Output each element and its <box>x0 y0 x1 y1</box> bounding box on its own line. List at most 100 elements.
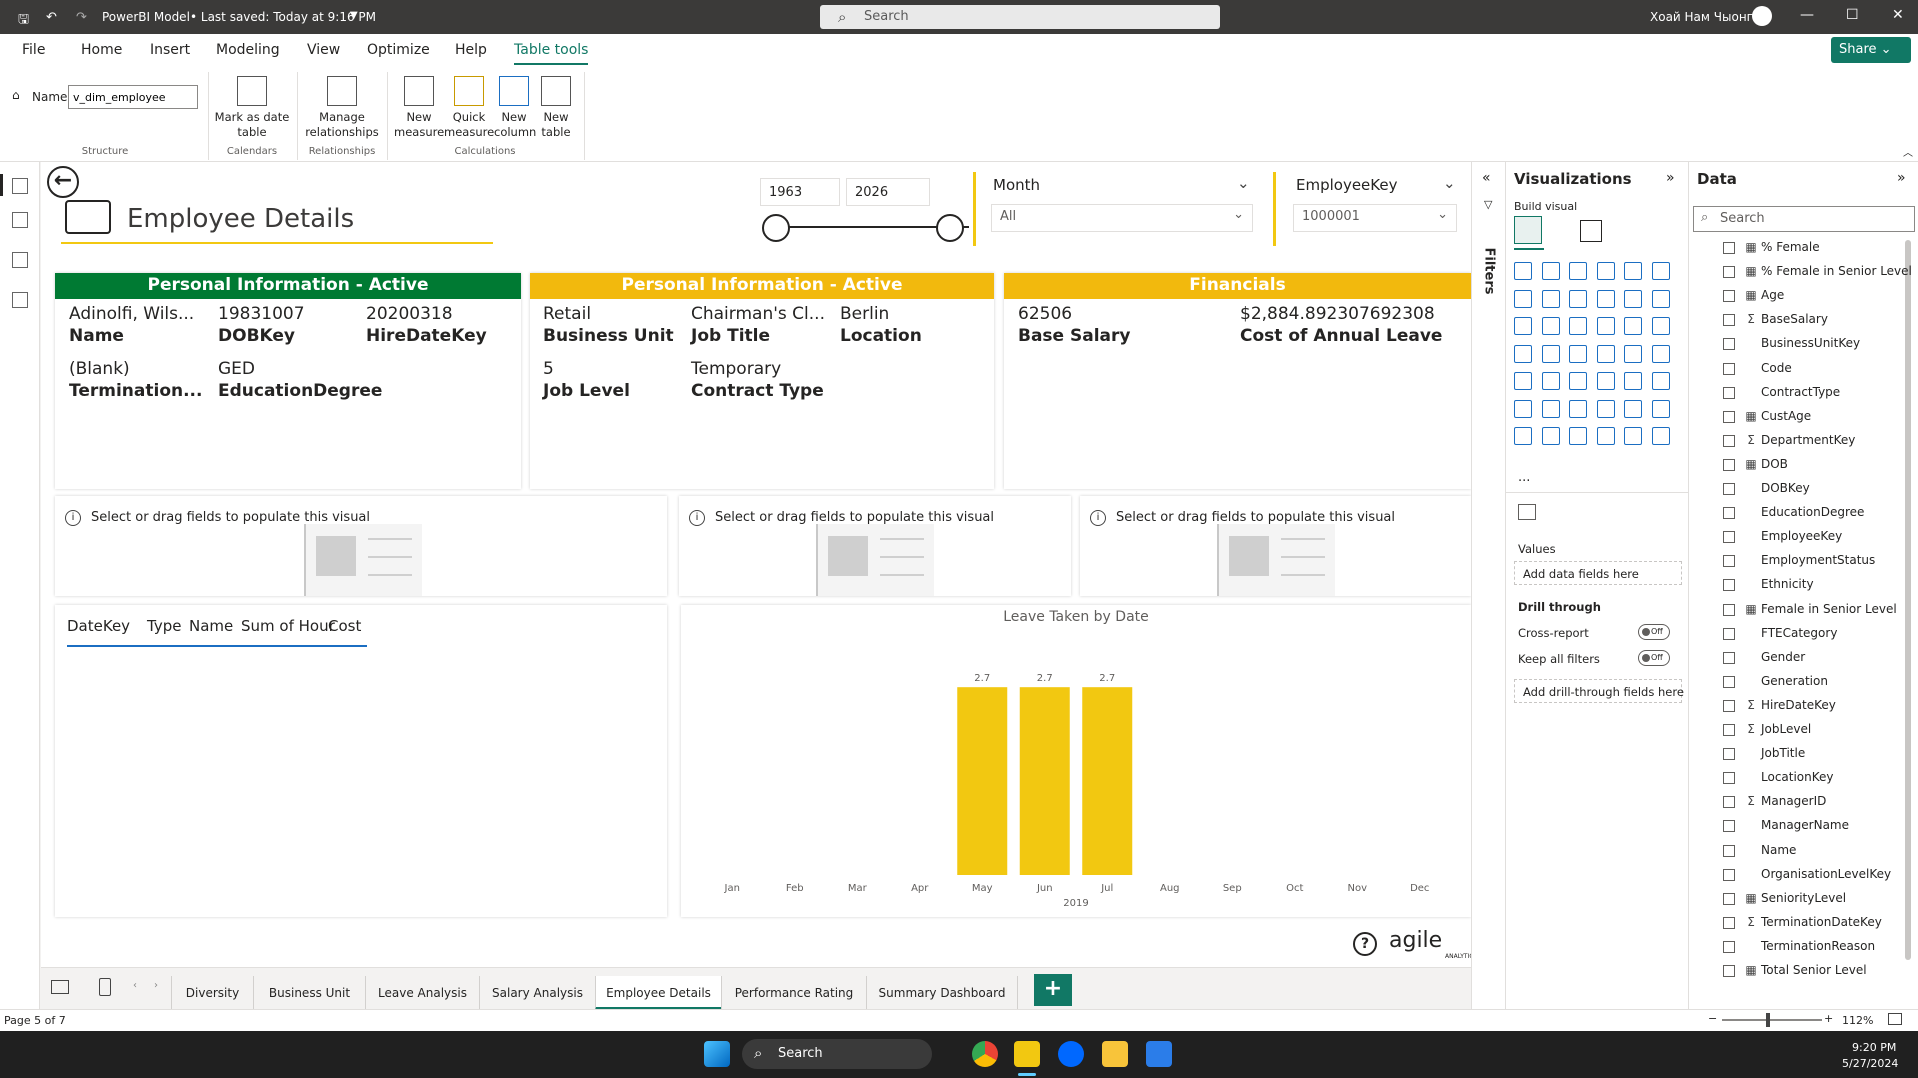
decomp-tree-visual-icon[interactable] <box>1541 399 1560 418</box>
col-type[interactable]: Type <box>147 617 181 635</box>
report-view-icon[interactable] <box>12 178 28 194</box>
new-measure-button[interactable]: New measure <box>394 76 444 140</box>
bar-may[interactable] <box>957 687 1008 875</box>
custom-2-visual-icon[interactable] <box>1596 427 1615 445</box>
field-checkbox[interactable] <box>1723 916 1735 929</box>
maximize-icon[interactable]: ☐ <box>1846 7 1859 23</box>
personal-info-card-2[interactable]: Personal Information - Active Retail Bus… <box>530 273 994 489</box>
data-search-input[interactable]: ⌕ Search <box>1693 206 1915 232</box>
slicer-visual-icon[interactable] <box>1541 372 1560 390</box>
stacked-column-visual-icon[interactable] <box>1541 262 1560 280</box>
field-checkbox[interactable] <box>1723 627 1735 640</box>
field-checkbox[interactable] <box>1723 338 1735 351</box>
field-checkbox[interactable] <box>1723 844 1735 857</box>
stacked-area-visual-icon[interactable] <box>1569 289 1587 308</box>
slider-handle-end[interactable] <box>936 214 964 242</box>
custom-3-visual-icon[interactable] <box>1624 427 1642 445</box>
file-explorer-icon[interactable] <box>1102 1041 1128 1067</box>
field-checkbox[interactable] <box>1723 965 1735 977</box>
menu-modeling[interactable]: Modeling <box>216 42 280 58</box>
map-visual-icon[interactable] <box>1651 317 1670 335</box>
field-checkbox[interactable] <box>1723 603 1735 616</box>
field-checkbox[interactable] <box>1723 266 1735 279</box>
menu-view[interactable]: View <box>307 42 340 58</box>
fit-to-page-icon[interactable] <box>1888 1013 1902 1025</box>
zalo-icon[interactable] <box>1058 1041 1084 1067</box>
menu-table-tools[interactable]: Table tools <box>514 42 589 65</box>
narrative-visual-icon[interactable] <box>1596 399 1615 418</box>
undo-icon[interactable]: ↶ <box>46 10 57 25</box>
menu-home[interactable]: Home <box>81 42 122 58</box>
field-checkbox[interactable] <box>1723 940 1735 953</box>
empty-visual-3[interactable]: i Select or drag fields to populate this… <box>1080 496 1471 596</box>
avatar[interactable] <box>1752 6 1772 26</box>
bar-jun[interactable] <box>1019 687 1070 875</box>
line-visual-icon[interactable] <box>1514 289 1532 308</box>
col-datekey[interactable]: DateKey <box>67 617 130 635</box>
powerbi-icon[interactable] <box>1014 1041 1040 1067</box>
pie-visual-icon[interactable] <box>1569 317 1587 335</box>
tab-performance-rating[interactable]: Performance Rating <box>721 976 866 1010</box>
menu-file[interactable]: File <box>22 42 45 58</box>
leave-table[interactable]: DateKey Type Name Sum of Hour Cost <box>55 605 667 917</box>
tab-employee-details[interactable]: Employee Details <box>595 976 721 1010</box>
multi-row-card-visual-icon[interactable] <box>1514 372 1532 390</box>
collapse-ribbon-icon[interactable]: ︿ <box>1903 144 1913 159</box>
save-icon[interactable]: 🖫 <box>18 10 29 32</box>
col-name[interactable]: Name <box>189 617 233 635</box>
taskbar-search[interactable]: ⌕ Search <box>742 1039 932 1069</box>
field-checkbox[interactable] <box>1723 772 1735 785</box>
field-checkbox[interactable] <box>1723 242 1735 254</box>
minimize-icon[interactable]: — <box>1800 7 1814 23</box>
field-checkbox[interactable] <box>1723 675 1735 688</box>
field-checkbox[interactable] <box>1723 651 1735 664</box>
donut-visual-icon[interactable] <box>1596 317 1615 335</box>
field-checkbox[interactable] <box>1723 290 1735 303</box>
field-checkbox[interactable] <box>1723 796 1735 809</box>
empty-visual-2[interactable]: i Select or drag fields to populate this… <box>679 496 1071 596</box>
slider-handle-start[interactable] <box>762 214 790 242</box>
kpi-visual-icon[interactable] <box>1596 344 1615 363</box>
col-cost[interactable]: Cost <box>328 617 361 635</box>
python-visual-icon[interactable] <box>1651 372 1670 390</box>
field-checkbox[interactable] <box>1723 386 1735 399</box>
filters-label[interactable]: Filters <box>1482 248 1497 295</box>
field-checkbox[interactable] <box>1723 748 1735 761</box>
quick-measure-button[interactable]: Quick measure <box>444 76 494 140</box>
custom-4-visual-icon[interactable] <box>1651 427 1670 445</box>
power-automate-visual-icon[interactable] <box>1541 427 1560 445</box>
bar-jul[interactable] <box>1082 687 1133 875</box>
qa-visual-icon[interactable] <box>1569 399 1587 418</box>
card-visual-icon[interactable] <box>1651 344 1670 363</box>
scatter-visual-icon[interactable] <box>1541 317 1560 335</box>
menu-optimize[interactable]: Optimize <box>367 42 430 58</box>
menu-insert[interactable]: Insert <box>150 42 190 58</box>
add-page-button[interactable]: + <box>1034 974 1072 1006</box>
empty-visual-1[interactable]: i Select or drag fields to populate this… <box>55 496 667 596</box>
data-scrollbar[interactable] <box>1905 240 1911 960</box>
area-visual-icon[interactable] <box>1541 289 1560 308</box>
field-checkbox[interactable] <box>1723 362 1735 375</box>
dax-query-icon[interactable] <box>12 292 28 308</box>
values-well[interactable]: Add data fields here <box>1514 561 1682 585</box>
fields-tab-icon[interactable] <box>1518 504 1536 520</box>
expand-icon[interactable]: « <box>1482 170 1491 186</box>
filters-pane-collapsed[interactable]: « ▽ Filters <box>1471 162 1505 1012</box>
stacked-bar-visual-icon[interactable] <box>1514 262 1532 280</box>
field-checkbox[interactable] <box>1723 314 1735 327</box>
employee-dropdown[interactable]: 1000001 ⌄ <box>1293 204 1457 232</box>
ribbon-visual-icon[interactable] <box>1624 289 1642 308</box>
custom-1-visual-icon[interactable] <box>1569 427 1587 445</box>
field-checkbox[interactable] <box>1723 699 1735 712</box>
chevron-down-icon[interactable]: ⌄ <box>1443 174 1456 192</box>
financials-card[interactable]: Financials 62506 Base Salary $2,884.8923… <box>1004 273 1471 489</box>
close-icon[interactable]: ✕ <box>1892 7 1904 23</box>
mobile-layout-icon[interactable] <box>99 978 111 996</box>
zoom-out-icon[interactable]: − <box>1708 1012 1717 1025</box>
next-page-icon[interactable]: › <box>154 980 158 991</box>
zoom-slider[interactable] <box>1722 1019 1822 1021</box>
leave-by-date-chart[interactable]: Leave Taken by Date Jan Feb Mar Apr May 2.7 Jun… <box>681 605 1471 917</box>
chevron-down-icon[interactable]: ⌄ <box>1237 174 1250 192</box>
format-visual-tab-icon[interactable] <box>1580 220 1602 242</box>
field-checkbox[interactable] <box>1723 434 1735 447</box>
